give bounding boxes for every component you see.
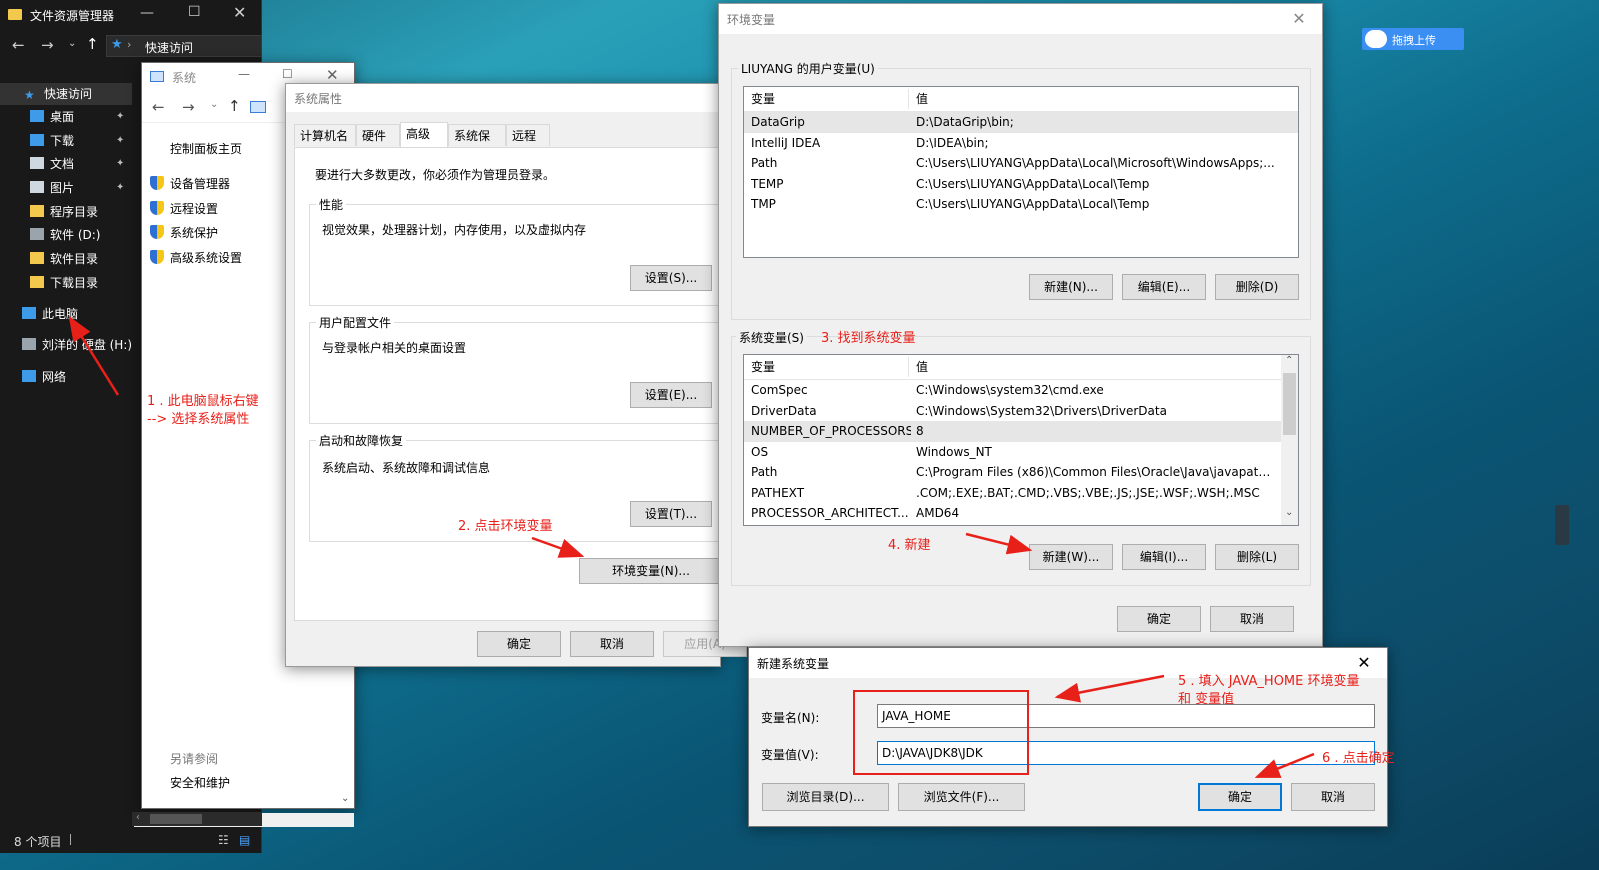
arrow-to-system-new	[965, 532, 1033, 555]
arrow-to-ok-button	[1254, 752, 1315, 779]
arrow-to-this-pc	[68, 315, 120, 396]
arrow-to-name-field	[1054, 674, 1165, 703]
arrow-to-env-button	[531, 536, 585, 558]
annotation-arrows	[68, 315, 1315, 779]
